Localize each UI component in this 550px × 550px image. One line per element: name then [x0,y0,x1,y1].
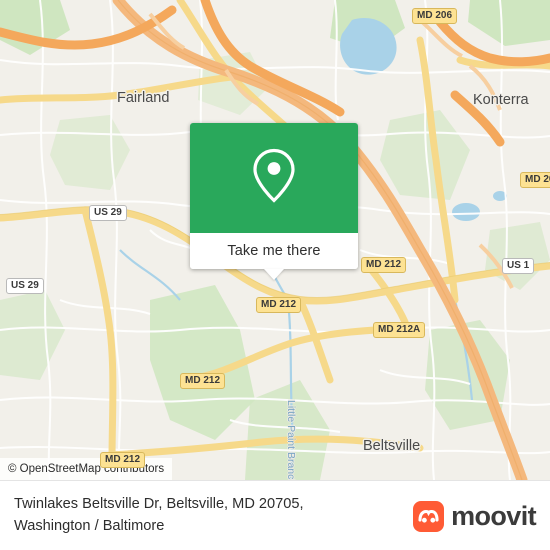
popup-image-area [190,123,358,233]
road-shield-md-212-east: MD 212 [361,257,407,273]
road-shield-md-206: MD 206 [412,8,458,24]
address-line-1: Twinlakes Beltsville Dr, Beltsville, MD … [14,496,304,512]
take-me-there-button[interactable]: Take me there [190,233,358,280]
moovit-mark-icon [413,501,445,532]
map-canvas[interactable]: Fairland Konterra Beltsville Little Pain… [0,0,550,480]
place-label-fairland: Fairland [117,90,170,106]
location-popup[interactable]: Take me there [190,123,358,280]
footer-bar: Twinlakes Beltsville Dr, Beltsville, MD … [0,480,550,550]
take-me-there-label: Take me there [227,243,321,259]
road-shield-md-212a: MD 212A [373,322,426,338]
map-attribution[interactable]: © OpenStreetMap contributors [0,458,173,480]
road-shield-us-29-west: US 29 [6,278,44,294]
water-label-little-paint-branch: Little Paint Branch [285,400,297,480]
road-shield-us-29-north: US 29 [89,205,127,221]
road-shield-md-212-center: MD 212 [256,297,302,313]
popup-tail [264,269,284,280]
road-shield-md-212-southwest: MD 212 [180,373,226,389]
road-shield-us-1: US 1 [502,258,535,274]
map-screenshot: Fairland Konterra Beltsville Little Pain… [0,0,550,550]
road-shield-md-212-south: MD 212 [100,452,146,468]
address-line-2: Washington / Baltimore [14,518,165,534]
road-shield-md-201: MD 201 [520,172,550,188]
place-label-konterra: Konterra [473,92,529,108]
map-pin-icon [253,148,295,208]
moovit-logo: moovit [413,501,537,532]
address-block: Twinlakes Beltsville Dr, Beltsville, MD … [14,493,404,537]
moovit-wordmark: moovit [451,501,537,531]
place-label-beltsville: Beltsville [363,438,421,454]
